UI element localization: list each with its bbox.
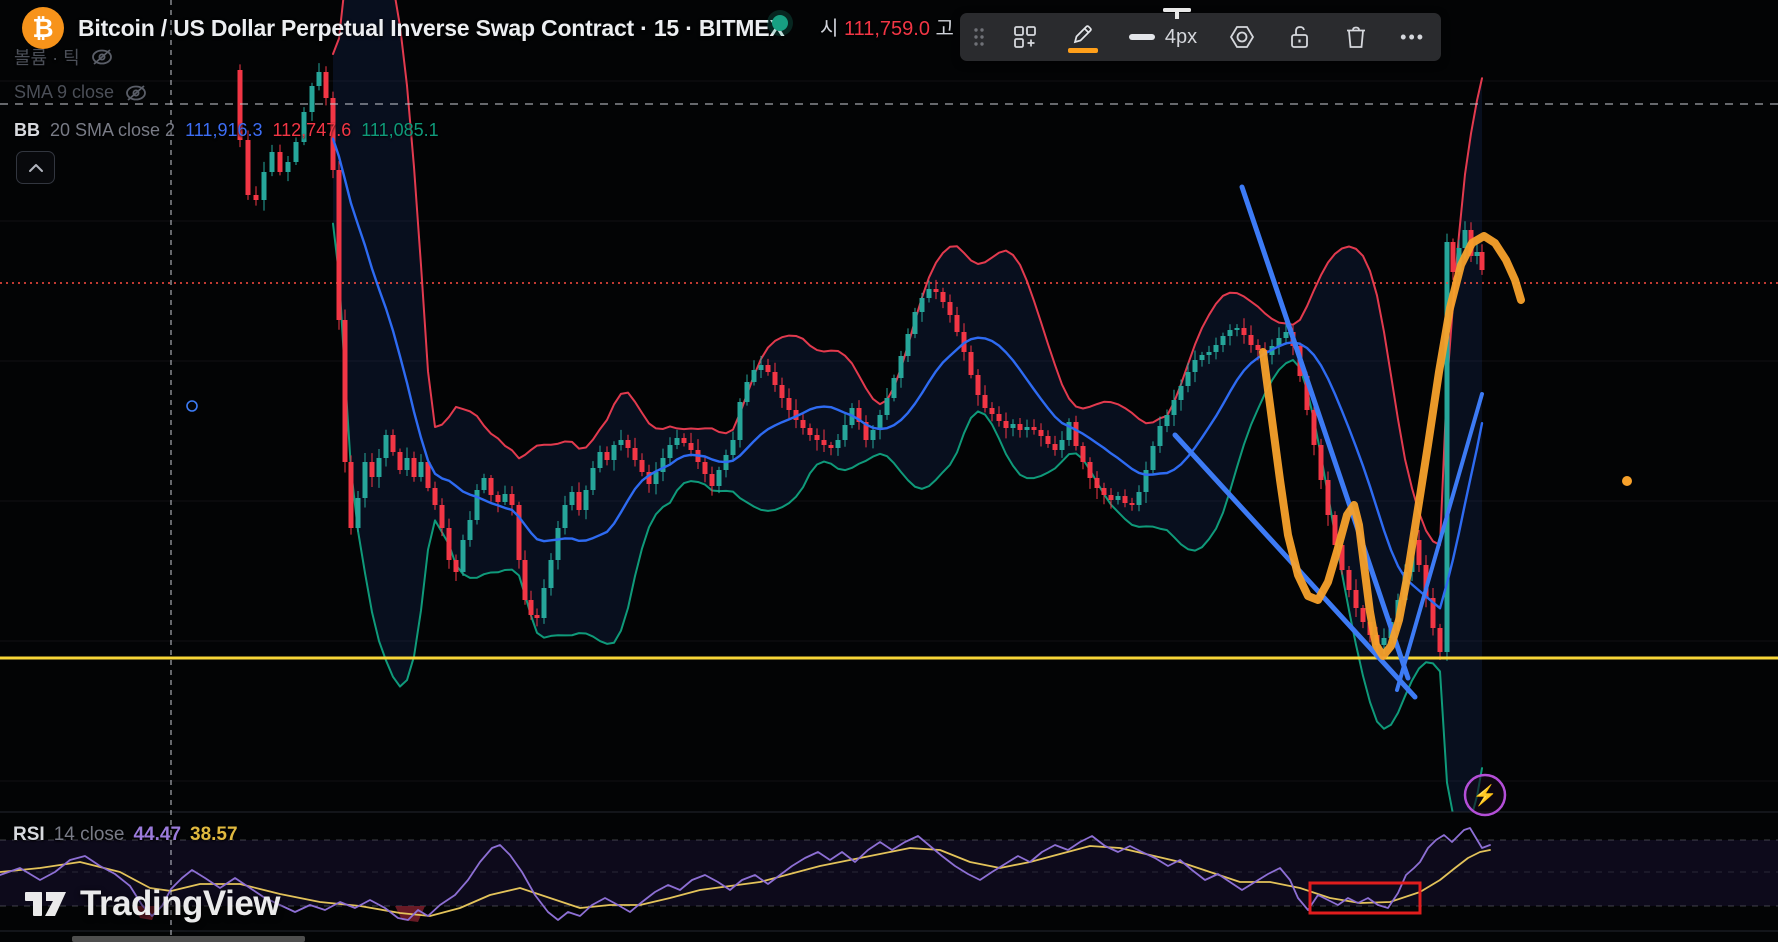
market-status-dot-icon[interactable] [772, 15, 788, 31]
symbol-title[interactable]: Bitcoin / US Dollar Perpetual Inverse Sw… [78, 15, 785, 42]
unlock-icon [1288, 24, 1312, 50]
settings-hexagon-icon [1228, 24, 1256, 50]
delete-button[interactable] [1334, 17, 1379, 57]
legend-sma-row[interactable]: SMA 9 close [14, 82, 148, 103]
line-width-label: 4px [1165, 26, 1197, 49]
toolbar-drag-handle[interactable] [966, 17, 991, 57]
lightning-emoji-drawing[interactable]: ⚡ [1465, 775, 1505, 815]
bb-basis-value: 112,747.6 [272, 120, 351, 141]
active-color-swatch [1068, 48, 1098, 53]
high-label: 고 [936, 18, 954, 40]
watermark-text: TradingView [80, 884, 280, 924]
visibility-off-icon[interactable] [90, 47, 114, 67]
drawing-toolbar: 4px ••• [960, 13, 1441, 61]
orange-dot-drawing[interactable] [1622, 476, 1632, 486]
rsi-params: 14 close [54, 824, 125, 846]
visibility-off-icon[interactable] [124, 83, 148, 103]
dashboard-add-icon[interactable] [1003, 17, 1048, 57]
open-label: 시 [820, 18, 838, 40]
bb-params: 20 SMA close 2 [50, 120, 175, 141]
rsi-name: RSI [13, 824, 45, 846]
tradingview-watermark: TradingView [24, 884, 280, 924]
tradingview-chart-window: ⚡ ₿ Bitcoin / US Dollar Perpetual Invers… [0, 0, 1778, 942]
lock-button[interactable] [1277, 17, 1322, 57]
legend-bb-row[interactable]: BB 20 SMA close 2 111,916.3 112,747.6 11… [14, 120, 439, 141]
settings-button[interactable] [1219, 17, 1266, 57]
bb-name: BB [14, 120, 40, 141]
symbol-header: ₿ Bitcoin / US Dollar Perpetual Inverse … [22, 7, 785, 49]
rsi-value: 44.47 [133, 824, 181, 846]
open-value: 111,759.0 [844, 18, 930, 40]
chart-canvas[interactable]: ⚡ [0, 0, 1778, 942]
line-width-button[interactable]: 4px [1118, 17, 1208, 57]
tradingview-logo-icon [24, 887, 70, 921]
bollinger-fill [333, 0, 1482, 833]
more-options-button[interactable]: ••• [1390, 17, 1435, 57]
sma-label: SMA 9 close [14, 82, 114, 103]
time-scrollbar[interactable] [72, 936, 305, 942]
line-width-icon [1128, 33, 1156, 41]
svg-text:⚡: ⚡ [1473, 783, 1498, 807]
ohlc-readout: 시 111,759.0 고 1 [820, 12, 971, 41]
bb-lower-value: 111,085.1 [361, 120, 438, 141]
rsi-legend-row[interactable]: RSI 14 close 44.47 38.57 [13, 824, 238, 846]
rsi-ma-value: 38.57 [190, 824, 238, 846]
line-color-pencil-button[interactable] [1059, 17, 1106, 57]
bitcoin-icon: ₿ [22, 7, 64, 49]
drawing-anchor-point[interactable] [187, 401, 197, 411]
price-tag-pointer [1163, 8, 1191, 19]
bb-upper-value: 111,916.3 [185, 120, 262, 141]
collapse-legend-button[interactable] [16, 151, 55, 184]
pencil-icon [1070, 22, 1095, 47]
trash-icon [1344, 24, 1368, 50]
